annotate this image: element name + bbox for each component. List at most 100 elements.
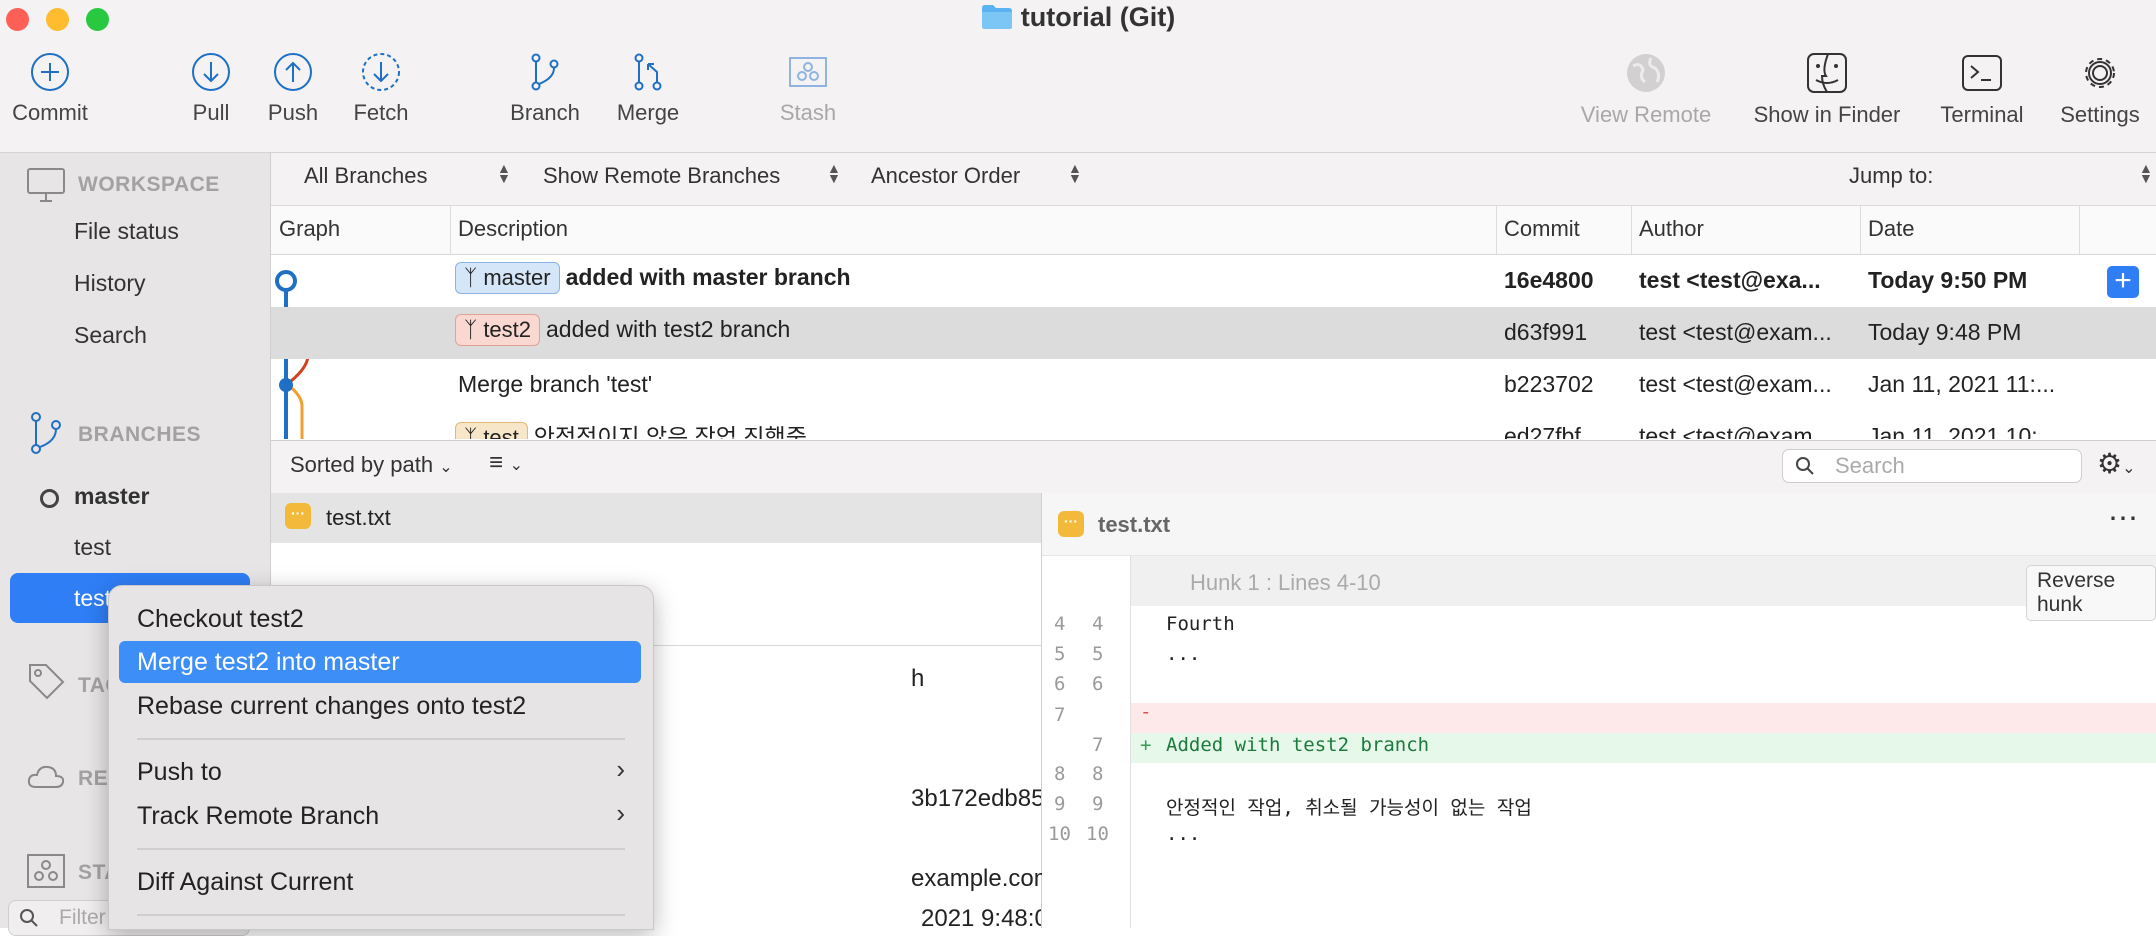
sort-select[interactable]: Sorted by path ⌄ — [290, 452, 453, 478]
commit-button[interactable]: Commit — [6, 52, 94, 126]
stash-icon — [789, 57, 827, 87]
settings-button[interactable]: Settings — [2052, 52, 2148, 128]
menu-item-diff-against-current[interactable]: Diff Against Current — [137, 868, 353, 897]
order-select[interactable]: Ancestor Order — [871, 163, 1020, 189]
list-view-icon[interactable]: ≡ ⌄ — [489, 449, 523, 477]
updown-icon: ▲ ▼ — [1068, 160, 1082, 186]
stash-button[interactable]: Stash — [766, 52, 850, 126]
commit-author: test <test@exam... — [1639, 423, 1832, 439]
push-button[interactable]: Push — [254, 52, 332, 126]
branch-item-master[interactable]: master — [74, 483, 149, 510]
commit-description: Merge branch 'test' — [458, 371, 653, 397]
search-icon — [1796, 457, 1814, 475]
commit-hash: ed27fbf — [1504, 423, 1581, 439]
chevron-right-icon: › — [616, 798, 625, 828]
sidebar-item-file-status[interactable]: File status — [74, 218, 179, 245]
commit-author: test <test@exa... — [1639, 267, 1821, 293]
commit-detail-subject-tail: h — [911, 665, 925, 692]
gear-icon[interactable]: ⚙⌄ — [2097, 447, 2136, 480]
log-filter-bar: All Branches ▲ ▼ Show Remote Branches ▲ ▼ … — [271, 153, 2156, 206]
commit-detail-date-tail: 2021 9:48:01 PM GMT+9 — [921, 905, 1041, 932]
modified-file-icon: ··· — [1058, 511, 1084, 537]
menu-separator — [137, 738, 625, 740]
window-title: tutorial (Git) — [0, 2, 2156, 37]
chevron-right-icon: › — [616, 754, 625, 784]
diff-pane: ··· test.txt ⋯ Hunk 1 : Lines 4-10 Rever… — [1042, 493, 2156, 928]
file-search-input[interactable]: Search — [1782, 449, 2082, 483]
branch-icon — [531, 53, 559, 91]
log-column-header: Graph Description Commit Author Date — [271, 206, 2156, 255]
monitor-icon — [27, 168, 65, 202]
fetch-icon — [362, 53, 400, 91]
branch-button[interactable]: Branch — [500, 52, 590, 126]
more-icon[interactable]: ⋯ — [2108, 501, 2139, 536]
menu-item-merge[interactable]: Merge test2 into master — [137, 648, 400, 677]
diff-line-text: ... — [1166, 643, 1201, 665]
finder-icon — [1807, 53, 1847, 93]
jump-to-select[interactable]: Jump to: — [1849, 163, 1933, 189]
menu-item-push-to[interactable]: Push to — [137, 758, 222, 787]
terminal-icon — [1962, 55, 2002, 91]
menu-item-rebase[interactable]: Rebase current changes onto test2 — [137, 692, 526, 721]
folder-icon — [981, 4, 1013, 37]
reverse-hunk-button[interactable]: Reverse hunk — [2026, 565, 2156, 621]
diff-line-text-added: Added with test2 branch — [1166, 734, 1430, 756]
branch-context-menu: Checkout test2 Merge test2 into master R… — [108, 585, 654, 930]
commit-date: Today 9:50 PM — [1868, 267, 2028, 293]
hunk-header: Hunk 1 : Lines 4-10 Reverse hunk — [1130, 556, 2156, 621]
diff-file-header: ··· test.txt ⋯ — [1042, 493, 2156, 556]
hunk-label: Hunk 1 : Lines 4-10 — [1190, 570, 1381, 595]
updown-icon: ▲ ▼ — [827, 160, 841, 186]
arrow-up-circle-icon — [274, 53, 312, 91]
diff-line-text: Fourth — [1166, 613, 1235, 635]
deleted-line-marker: - — [1140, 701, 1152, 723]
remote-branches-select[interactable]: Show Remote Branches — [543, 163, 780, 189]
added-line-marker: + — [1140, 734, 1152, 756]
diff-line-text: 안정적인 작업, 취소될 가능성이 없는 작업 — [1166, 797, 1532, 819]
commit-row[interactable]: ᛉ test 안정적이지 않은 작업 진행중 ed27fbf test <test… — [271, 411, 2156, 439]
add-button[interactable]: + — [2107, 266, 2139, 298]
filter-placeholder: Filter — [59, 906, 106, 929]
terminal-button[interactable]: Terminal — [1932, 52, 2032, 128]
diff-line-text: ... — [1166, 823, 1201, 845]
arrow-down-circle-icon — [192, 53, 230, 91]
branch-tag-master: ᛉ master — [455, 262, 560, 294]
updown-icon: ▲ ▼ — [497, 160, 511, 186]
sidebar-item-history[interactable]: History — [74, 270, 146, 297]
gear-icon — [2085, 58, 2115, 88]
commit-row-selected[interactable]: ᛉ test2 added with test2 branch d63f991 t… — [271, 307, 2156, 359]
diff-file-name: test.txt — [1098, 512, 1171, 537]
view-remote-button[interactable]: View Remote — [1576, 52, 1716, 128]
toolbar: tutorial (Git) Commit Pull Push Fetch Br… — [0, 0, 2156, 153]
chevron-down-icon: ⌄ — [439, 459, 453, 476]
commit-description: added with master branch — [565, 264, 851, 290]
commit-row[interactable]: ᛉ master added with master branch 16e4800… — [271, 255, 2156, 307]
branches-select[interactable]: All Branches — [304, 163, 428, 189]
file-row-selected[interactable]: ··· test.txt — [271, 493, 1041, 543]
menu-item-track-remote[interactable]: Track Remote Branch — [137, 802, 379, 831]
modified-file-icon: ··· — [285, 503, 311, 529]
menu-item-checkout[interactable]: Checkout test2 — [137, 605, 304, 634]
commit-author: test <test@exam... — [1639, 371, 1832, 397]
commit-date: Today 9:48 PM — [1868, 319, 2022, 345]
branch-tag-test: ᛉ test — [455, 422, 528, 439]
globe-icon — [1627, 54, 1665, 92]
commit-description: 안정적이지 않은 작업 진행중 — [533, 424, 807, 439]
deleted-line-bg — [1131, 703, 2156, 733]
commit-detail-hash-tail: 3b172edb85cdc0278d2f2af9054d6 — [911, 785, 1041, 812]
fetch-button[interactable]: Fetch — [342, 52, 420, 126]
branches-header: BRANCHES — [78, 423, 202, 446]
menu-separator — [137, 914, 625, 916]
pull-button[interactable]: Pull — [172, 52, 250, 126]
commit-hash: d63f991 — [1504, 319, 1588, 345]
branch-item-test[interactable]: test — [74, 534, 111, 561]
file-name: test.txt — [326, 505, 391, 530]
branch-tag-test2: ᛉ test2 — [455, 314, 541, 346]
commit-author: test <test@exam... — [1639, 319, 1832, 345]
sidebar-item-search[interactable]: Search — [74, 322, 147, 349]
commit-row[interactable]: Merge branch 'test' b223702 test <test@e… — [271, 359, 2156, 411]
branch-icon — [31, 412, 61, 454]
commit-hash: b223702 — [1504, 371, 1594, 397]
merge-button[interactable]: Merge — [608, 52, 688, 126]
show-in-finder-button[interactable]: Show in Finder — [1742, 52, 1912, 128]
